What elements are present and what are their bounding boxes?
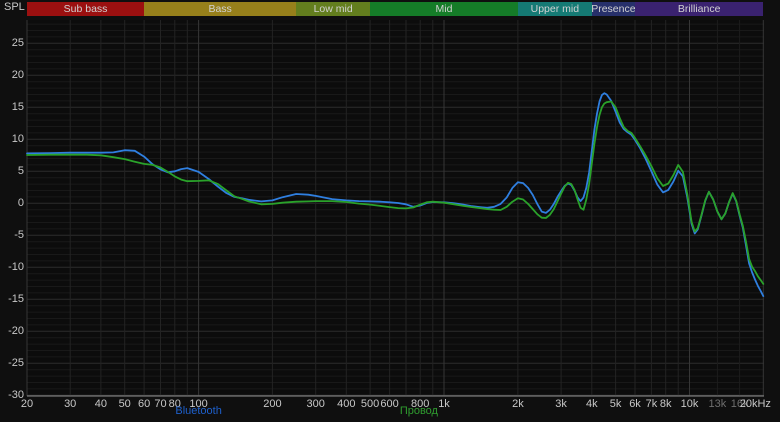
- x-tick-40: 40: [94, 398, 108, 410]
- y-tick--10: -10: [8, 261, 24, 274]
- legend-wired: Провод: [399, 405, 438, 417]
- y-tick--20: -20: [8, 325, 24, 338]
- x-tick-600: 600: [380, 398, 399, 410]
- x-tick-7k: 7k: [645, 398, 658, 410]
- plot-area: [26, 20, 765, 397]
- x-tick-3k: 3k: [555, 398, 567, 410]
- x-tick-200: 200: [263, 398, 282, 410]
- legend-bluetooth: Bluetooth: [175, 405, 222, 417]
- x-tick-30: 30: [64, 398, 77, 410]
- y-tick-5: 5: [17, 165, 24, 178]
- y-tick--15: -15: [8, 293, 24, 306]
- x-tick-4k: 4k: [585, 398, 598, 410]
- y-tick-20: 20: [11, 69, 24, 82]
- x-tick-8k: 8k: [659, 398, 672, 410]
- x-tick-6k: 6k: [629, 398, 641, 410]
- y-tick-25: 25: [11, 37, 24, 50]
- y-tick-0: 0: [17, 197, 24, 210]
- x-tick-10k: 10k: [680, 398, 699, 410]
- y-tick-10: 10: [11, 133, 24, 146]
- x-tick-20kHz: 20kHz: [739, 398, 771, 410]
- x-tick-13k: 13k: [708, 398, 727, 410]
- y-tick--5: -5: [14, 229, 24, 242]
- x-tick-5k: 5k: [609, 398, 622, 410]
- x-tick-20: 20: [20, 398, 34, 410]
- x-tick-60: 60: [137, 398, 151, 410]
- x-tick-70: 70: [154, 398, 167, 410]
- x-tick-300: 300: [306, 398, 325, 410]
- frequency-response-chart: SPL Sub bass Bass Low mid Mid Upper mid Prese…: [0, 0, 780, 422]
- x-tick-500: 500: [360, 398, 380, 410]
- x-tick-400: 400: [337, 398, 356, 410]
- x-tick-50: 50: [118, 398, 131, 410]
- y-tick-15: 15: [11, 101, 24, 114]
- x-tick-2k: 2k: [512, 398, 524, 410]
- y-tick--25: -25: [8, 357, 24, 370]
- x-tick-1k: 1k: [438, 398, 450, 410]
